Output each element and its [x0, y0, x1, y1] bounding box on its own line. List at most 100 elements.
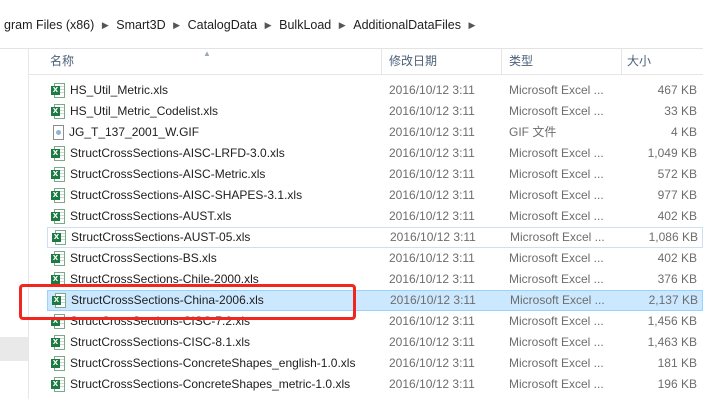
file-row[interactable]: X StructCrossSections-AUST-05.xls 2016/10/…: [47, 227, 703, 248]
file-row[interactable]: JG_T_137_2001_W.GIF 2016/10/12 3:11 GIF 文件…: [47, 122, 703, 143]
file-name-cell[interactable]: X StructCrossSections-ConcreteShapes_engl…: [51, 353, 377, 374]
breadcrumb-additionaldatafiles[interactable]: AdditionalDataFiles: [349, 18, 465, 32]
file-type: Microsoft Excel ...: [509, 335, 604, 349]
file-row[interactable]: X HS_Util_Metric_Codelist.xls 2016/10/12 3…: [47, 101, 703, 122]
file-type: Microsoft Excel ...: [509, 209, 604, 223]
file-date: 2016/10/12 3:11: [389, 314, 475, 328]
nav-item[interactable]: [0, 337, 28, 361]
file-row[interactable]: X StructCrossSections-AISC-Metric.xls 2016…: [47, 164, 703, 185]
column-header-size[interactable]: 大小: [622, 49, 703, 74]
file-row[interactable]: X StructCrossSections-AUST.xls 2016/10/12 …: [47, 206, 703, 227]
file-name: HS_Util_Metric.xls: [70, 83, 169, 97]
breadcrumb-catalogdata[interactable]: CatalogData: [184, 18, 262, 32]
file-size: 4 KB: [670, 125, 697, 139]
excel-file-icon: X: [51, 167, 65, 182]
file-name: StructCrossSections-AUST.xls: [70, 209, 232, 223]
file-size: 1,049 KB: [647, 146, 697, 160]
file-name-cell[interactable]: X StructCrossSections-China-2006.xls: [52, 291, 378, 310]
file-size: 33 KB: [664, 104, 697, 118]
excel-file-icon: X: [51, 314, 65, 329]
breadcrumb-bulkload[interactable]: BulkLoad: [275, 18, 335, 32]
file-date: 2016/10/12 3:11: [389, 335, 475, 349]
file-type: Microsoft Excel ...: [509, 314, 604, 328]
file-date: 2016/10/12 3:11: [389, 125, 475, 139]
file-name-cell[interactable]: X HS_Util_Metric_Codelist.xls: [51, 101, 377, 122]
chevron-right-icon[interactable]: ▶: [170, 20, 184, 31]
file-row[interactable]: X StructCrossSections-AISC-LRFD-3.0.xls 20…: [47, 143, 703, 164]
file-date: 2016/10/12 3:11: [389, 188, 475, 202]
excel-file-icon: X: [51, 251, 65, 266]
file-name-cell[interactable]: X StructCrossSections-AUST-05.xls: [52, 228, 378, 247]
file-name-cell[interactable]: X StructCrossSections-BS.xls: [51, 248, 377, 269]
column-header: ▲ 名称 修改日期 类型 大小: [29, 49, 703, 75]
file-size: 402 KB: [657, 209, 697, 223]
excel-file-icon: X: [51, 188, 65, 203]
excel-file-icon: X: [51, 272, 65, 287]
file-type: Microsoft Excel ...: [510, 293, 605, 307]
file-row[interactable]: X StructCrossSections-ConcreteShapes_metr…: [47, 374, 703, 395]
column-header-name[interactable]: 名称: [29, 49, 382, 74]
file-size: 402 KB: [657, 251, 697, 265]
file-row[interactable]: X StructCrossSections-China-2006.xls 2016/…: [47, 290, 703, 311]
image-file-icon: [53, 125, 64, 140]
chevron-right-icon[interactable]: ▶: [465, 20, 479, 31]
file-name-cell[interactable]: JG_T_137_2001_W.GIF: [51, 122, 377, 143]
file-size: 977 KB: [657, 188, 697, 202]
file-size: 1,086 KB: [648, 230, 698, 244]
file-name-cell[interactable]: X StructCrossSections-AISC-Metric.xls: [51, 164, 377, 185]
file-date: 2016/10/12 3:11: [389, 272, 475, 286]
file-list[interactable]: X HS_Util_Metric.xls 2016/10/12 3:11 Micros…: [29, 74, 703, 399]
file-size: 181 KB: [657, 356, 697, 370]
file-date: 2016/10/12 3:11: [389, 356, 475, 370]
navigation-pane[interactable]: [0, 49, 29, 399]
file-row[interactable]: X HS_Util_Metric.xls 2016/10/12 3:11 Micros…: [47, 80, 703, 101]
file-name: JG_T_137_2001_W.GIF: [69, 125, 200, 139]
file-name-cell[interactable]: X StructCrossSections-Chile-2000.xls: [51, 269, 377, 290]
file-name-cell[interactable]: X StructCrossSections-ConcreteShapes_metr…: [51, 374, 377, 395]
file-name-cell[interactable]: X StructCrossSections-AUST.xls: [51, 206, 377, 227]
file-name-cell[interactable]: X HS_Util_Metric.xls: [51, 80, 377, 101]
address-bar[interactable]: gram Files (x86) ▶ Smart3D ▶ CatalogData…: [0, 0, 703, 49]
file-name: StructCrossSections-China-2006.xls: [71, 293, 264, 307]
file-name-cell[interactable]: X StructCrossSections-CISC-8.1.xls: [51, 332, 377, 353]
file-date: 2016/10/12 3:11: [389, 251, 475, 265]
file-type: Microsoft Excel ...: [509, 251, 604, 265]
file-type: Microsoft Excel ...: [509, 146, 604, 160]
file-size: 1,463 KB: [647, 335, 697, 349]
file-name: StructCrossSections-AISC-SHAPES-3.1.xls: [70, 188, 303, 202]
file-name-cell[interactable]: X StructCrossSections-AISC-SHAPES-3.1.xls: [51, 185, 377, 206]
file-name-cell[interactable]: X StructCrossSections-AISC-LRFD-3.0.xls: [51, 143, 377, 164]
chevron-right-icon[interactable]: ▶: [98, 20, 112, 31]
column-header-date[interactable]: 修改日期: [382, 49, 502, 74]
file-row[interactable]: X StructCrossSections-CISC-8.1.xls 2016/10…: [47, 332, 703, 353]
breadcrumb-smart3d[interactable]: Smart3D: [112, 18, 169, 32]
file-type: Microsoft Excel ...: [509, 377, 604, 391]
file-date: 2016/10/12 3:11: [389, 146, 475, 160]
file-name: StructCrossSections-CISC-7.2.xls: [70, 314, 251, 328]
file-row[interactable]: X StructCrossSections-CISC-7.2.xls 2016/10…: [47, 311, 703, 332]
file-type: Microsoft Excel ...: [509, 104, 604, 118]
excel-file-icon: X: [51, 104, 65, 119]
file-date: 2016/10/12 3:11: [389, 104, 475, 118]
excel-file-icon: X: [52, 293, 66, 308]
chevron-right-icon[interactable]: ▶: [261, 20, 275, 31]
column-header-type[interactable]: 类型: [502, 49, 622, 74]
file-row[interactable]: X StructCrossSections-ConcreteShapes_engl…: [47, 353, 703, 374]
breadcrumb-program-files[interactable]: gram Files (x86): [0, 18, 98, 32]
chevron-right-icon[interactable]: ▶: [335, 20, 349, 31]
file-name: StructCrossSections-ConcreteShapes_metri…: [70, 377, 351, 391]
file-row[interactable]: X StructCrossSections-AISC-SHAPES-3.1.xls…: [47, 185, 703, 206]
file-name-cell[interactable]: X StructCrossSections-CISC-7.2.xls: [51, 311, 377, 332]
file-row[interactable]: X StructCrossSections-BS.xls 2016/10/12 3:…: [47, 248, 703, 269]
excel-file-icon: X: [51, 377, 65, 392]
file-name: StructCrossSections-AUST-05.xls: [71, 230, 251, 244]
excel-file-icon: X: [51, 146, 65, 161]
file-date: 2016/10/12 3:11: [389, 377, 475, 391]
excel-file-icon: X: [51, 356, 65, 371]
file-date: 2016/10/12 3:11: [389, 83, 475, 97]
file-row[interactable]: X StructCrossSections-Chile-2000.xls 2016/…: [47, 269, 703, 290]
file-name: StructCrossSections-Chile-2000.xls: [70, 272, 259, 286]
file-size: 572 KB: [657, 167, 697, 181]
file-type: Microsoft Excel ...: [509, 83, 604, 97]
file-type: Microsoft Excel ...: [510, 230, 605, 244]
